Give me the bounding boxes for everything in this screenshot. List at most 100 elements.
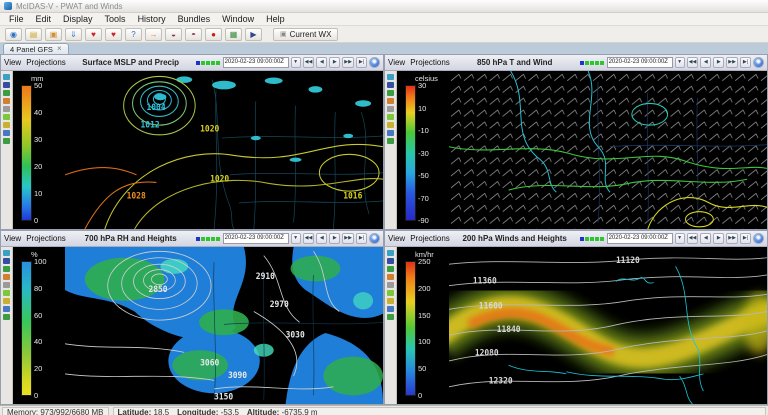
save-bundle-button[interactable]: ⇓ bbox=[65, 28, 82, 41]
step-back-button[interactable]: ◀ bbox=[316, 57, 327, 68]
support-form-button[interactable]: ◒ bbox=[165, 28, 182, 41]
rail-icon[interactable] bbox=[3, 282, 10, 288]
legend-rail[interactable] bbox=[1, 247, 13, 404]
map-view[interactable]: % 100 80 60 40 20 0 bbox=[13, 247, 383, 404]
go-last-button[interactable]: ▶| bbox=[356, 233, 367, 244]
rail-icon[interactable] bbox=[387, 90, 394, 96]
loop-properties-button[interactable]: ◉ bbox=[369, 57, 380, 68]
view-menu[interactable]: View bbox=[4, 234, 21, 243]
time-dropdown-button[interactable]: ▼ bbox=[675, 57, 685, 68]
menu-bundles[interactable]: Bundles bbox=[172, 13, 217, 25]
go-first-button[interactable]: ◀◀ bbox=[303, 233, 315, 244]
rail-icon[interactable] bbox=[3, 258, 10, 264]
help-button[interactable]: ? bbox=[125, 28, 142, 41]
layer-controls-button[interactable]: ▤ bbox=[25, 28, 42, 41]
rail-icon[interactable] bbox=[387, 290, 394, 296]
go-last-button[interactable]: ▶| bbox=[740, 233, 751, 244]
play-button[interactable]: ▶ bbox=[329, 57, 340, 68]
rail-icon[interactable] bbox=[387, 298, 394, 304]
favorite-bundle-button[interactable]: ♥ bbox=[85, 28, 102, 41]
rail-icon[interactable] bbox=[387, 314, 394, 320]
legend-rail[interactable] bbox=[1, 71, 13, 229]
rail-icon[interactable] bbox=[387, 138, 394, 144]
play-button[interactable]: ▶ bbox=[329, 233, 340, 244]
map-view[interactable]: celsius 30 10 -10 -30 -50 -70 -90 bbox=[397, 71, 767, 229]
rail-icon[interactable] bbox=[387, 98, 394, 104]
legend-rail[interactable] bbox=[385, 247, 397, 404]
tab-close-icon[interactable]: × bbox=[57, 45, 62, 53]
time-dropdown-button[interactable]: ▼ bbox=[675, 233, 685, 244]
rail-icon[interactable] bbox=[3, 298, 10, 304]
rail-icon[interactable] bbox=[387, 130, 394, 136]
next-tip-button[interactable]: → bbox=[145, 28, 162, 41]
rail-icon[interactable] bbox=[3, 274, 10, 280]
step-forward-button[interactable]: ▶▶ bbox=[726, 233, 738, 244]
rail-icon[interactable] bbox=[3, 266, 10, 272]
legend-rail[interactable] bbox=[385, 71, 397, 229]
rail-icon[interactable] bbox=[3, 314, 10, 320]
go-last-button[interactable]: ▶| bbox=[740, 57, 751, 68]
rail-icon[interactable] bbox=[387, 282, 394, 288]
loop-properties-button[interactable]: ◉ bbox=[369, 233, 380, 244]
loop-properties-button[interactable]: ◉ bbox=[753, 233, 764, 244]
menu-history[interactable]: History bbox=[132, 13, 172, 25]
rail-icon[interactable] bbox=[3, 114, 10, 120]
capture-movie-button[interactable]: ▶ bbox=[245, 28, 262, 41]
loop-indicator[interactable] bbox=[196, 237, 220, 241]
step-back-button[interactable]: ◀ bbox=[316, 233, 327, 244]
go-first-button[interactable]: ◀◀ bbox=[687, 233, 699, 244]
step-forward-button[interactable]: ▶▶ bbox=[342, 57, 354, 68]
projections-menu[interactable]: Projections bbox=[410, 234, 450, 243]
menu-file[interactable]: File bbox=[3, 13, 30, 25]
projections-menu[interactable]: Projections bbox=[410, 58, 450, 67]
rail-icon[interactable] bbox=[387, 250, 394, 256]
projections-menu[interactable]: Projections bbox=[26, 58, 66, 67]
rail-icon[interactable] bbox=[3, 250, 10, 256]
rail-icon[interactable] bbox=[387, 266, 394, 272]
rail-icon[interactable] bbox=[3, 74, 10, 80]
rail-icon[interactable] bbox=[387, 82, 394, 88]
view-menu[interactable]: View bbox=[388, 234, 405, 243]
tab-4-panel-gfs[interactable]: 4 Panel GFS × bbox=[3, 43, 69, 54]
step-forward-button[interactable]: ▶▶ bbox=[726, 57, 738, 68]
stop-loads-button[interactable]: ● bbox=[205, 28, 222, 41]
loop-indicator[interactable] bbox=[196, 61, 220, 65]
view-menu[interactable]: View bbox=[388, 58, 405, 67]
rail-icon[interactable] bbox=[3, 122, 10, 128]
time-selector[interactable]: 2020-02-23 09:00:00Z bbox=[223, 57, 289, 68]
time-dropdown-button[interactable]: ▼ bbox=[291, 233, 301, 244]
go-first-button[interactable]: ◀◀ bbox=[303, 57, 315, 68]
open-bundle-button[interactable]: ▣ bbox=[45, 28, 62, 41]
time-selector[interactable]: 2020-02-23 09:00:00Z bbox=[607, 233, 673, 244]
current-wx-button[interactable]: ▣ Current WX bbox=[273, 28, 338, 41]
rail-icon[interactable] bbox=[387, 74, 394, 80]
rail-icon[interactable] bbox=[3, 306, 10, 312]
rail-icon[interactable] bbox=[387, 274, 394, 280]
rail-icon[interactable] bbox=[3, 106, 10, 112]
menu-tools[interactable]: Tools bbox=[99, 13, 132, 25]
rail-icon[interactable] bbox=[387, 114, 394, 120]
rail-icon[interactable] bbox=[3, 82, 10, 88]
view-menu[interactable]: View bbox=[4, 58, 21, 67]
go-first-button[interactable]: ◀◀ bbox=[687, 57, 699, 68]
map-view[interactable]: mm 50 40 30 20 10 0 bbox=[13, 71, 383, 229]
time-selector[interactable]: 2020-02-23 09:00:00Z bbox=[223, 233, 289, 244]
rail-icon[interactable] bbox=[3, 98, 10, 104]
rail-icon[interactable] bbox=[387, 122, 394, 128]
capture-image-button[interactable]: ▦ bbox=[225, 28, 242, 41]
projections-menu[interactable]: Projections bbox=[26, 234, 66, 243]
step-back-button[interactable]: ◀ bbox=[700, 57, 711, 68]
rail-icon[interactable] bbox=[387, 106, 394, 112]
rail-icon[interactable] bbox=[3, 138, 10, 144]
rail-icon[interactable] bbox=[3, 90, 10, 96]
map-view[interactable]: km/hr 250 200 150 100 50 0 bbox=[397, 247, 767, 404]
show-dashboard-button[interactable]: ◉ bbox=[5, 28, 22, 41]
rail-icon[interactable] bbox=[3, 130, 10, 136]
rail-icon[interactable] bbox=[387, 258, 394, 264]
menu-display[interactable]: Display bbox=[57, 13, 99, 25]
play-button[interactable]: ▶ bbox=[713, 57, 724, 68]
step-back-button[interactable]: ◀ bbox=[700, 233, 711, 244]
time-dropdown-button[interactable]: ▼ bbox=[291, 57, 301, 68]
go-last-button[interactable]: ▶| bbox=[356, 57, 367, 68]
loop-properties-button[interactable]: ◉ bbox=[753, 57, 764, 68]
